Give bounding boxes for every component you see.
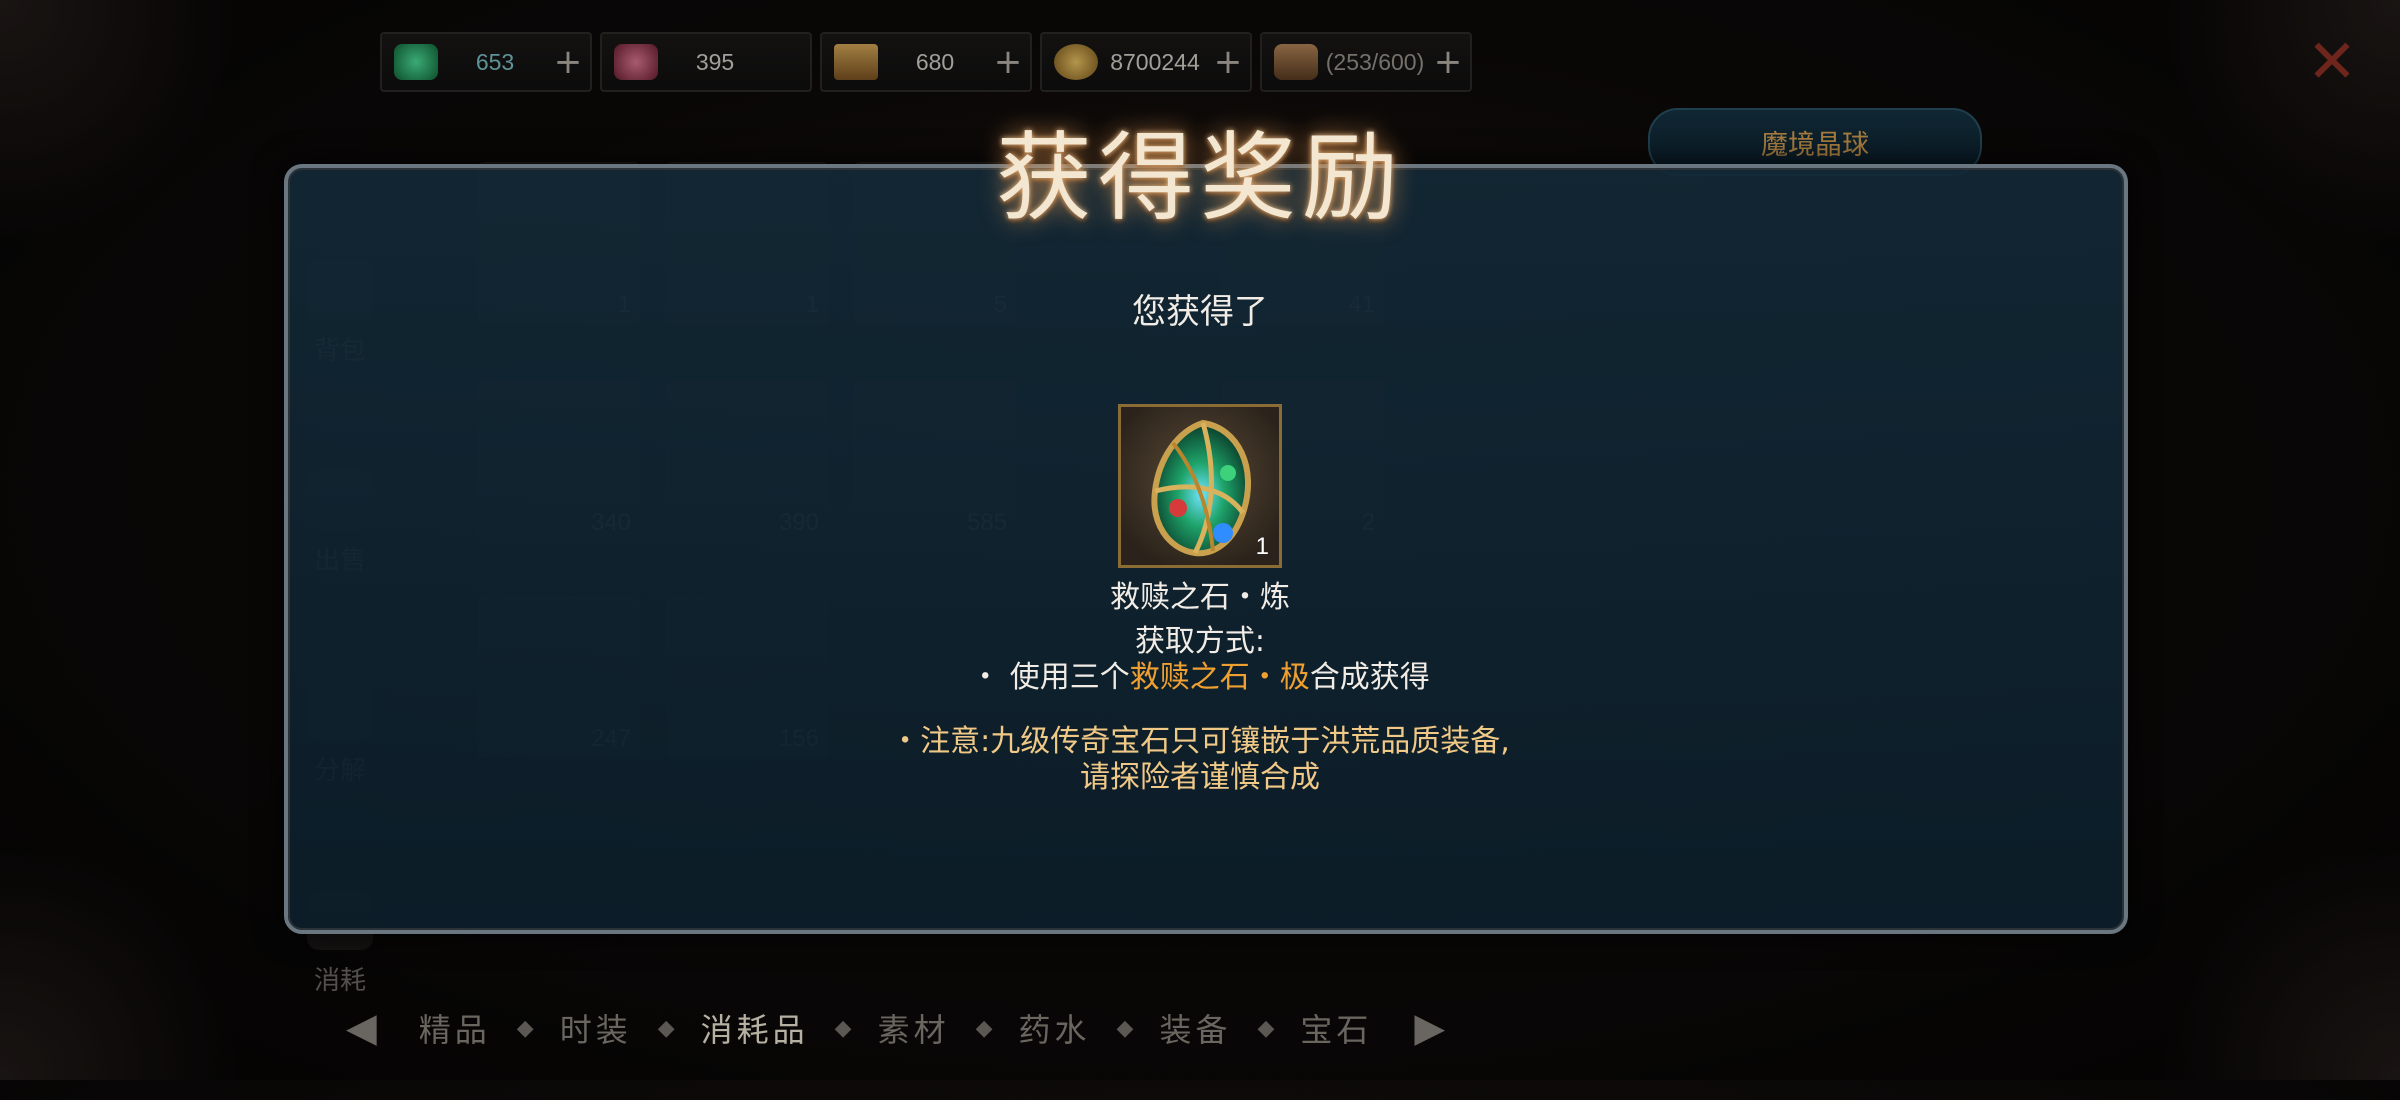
acquisition-item-highlight: 救赎之石・极 bbox=[1129, 660, 1310, 695]
acquisition-prefix: ・ 使用三个 bbox=[970, 660, 1130, 695]
acquisition-suffix: 合成获得 bbox=[1309, 660, 1430, 695]
redemption-stone-icon bbox=[1151, 419, 1251, 557]
synthesis-note: ・注意:九级传奇宝石只可镶嵌于洪荒品质装备, 请探险者谨慎合成 bbox=[0, 724, 2400, 796]
reward-item-name: 救赎之石・炼 bbox=[1110, 580, 1290, 615]
note-line-2: 请探险者谨慎合成 bbox=[1080, 760, 1320, 795]
note-line-1: ・注意:九级传奇宝石只可镶嵌于洪荒品质装备, bbox=[890, 724, 1510, 759]
reward-item-count: 1 bbox=[1255, 533, 1269, 560]
reward-item-slot[interactable]: 1 bbox=[1118, 404, 1282, 568]
modal-title: 获得奖励 bbox=[996, 122, 1404, 234]
obtained-label: 您获得了 bbox=[1132, 292, 1268, 332]
acquisition-method: ・ 使用三个救赎之石・极合成获得 bbox=[0, 652, 2400, 696]
